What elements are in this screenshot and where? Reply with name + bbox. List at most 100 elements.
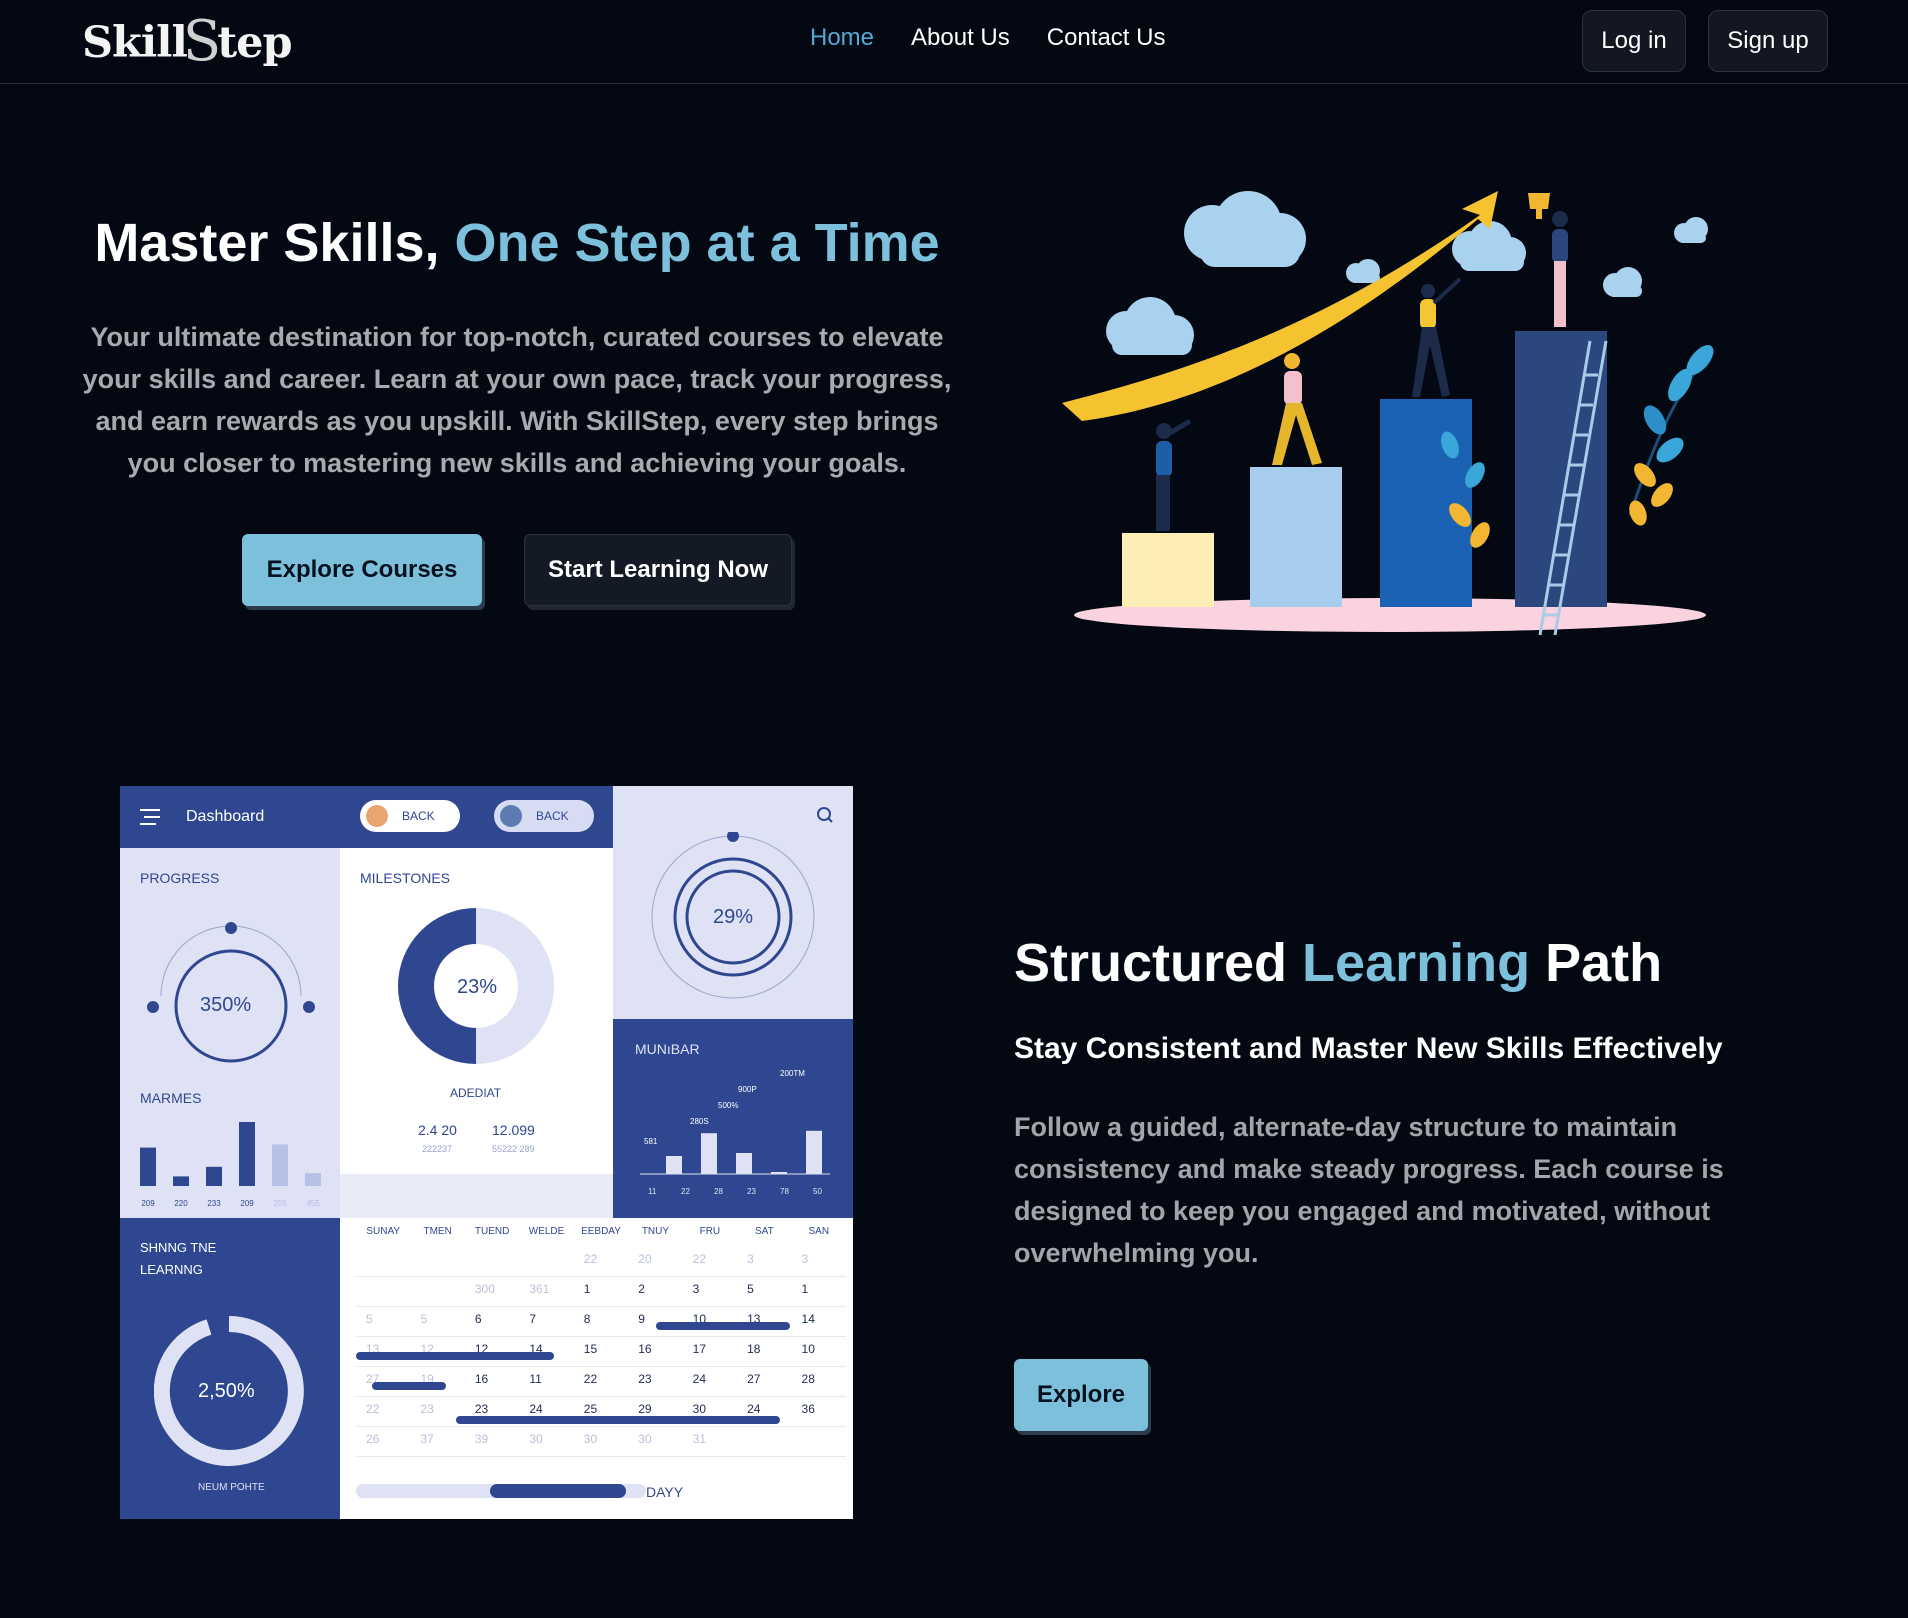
dash-milestones-caption: ADEDIAT	[450, 1086, 502, 1100]
calendar-day-header: SAN	[808, 1226, 830, 1237]
calendar-cell[interactable]: 10	[802, 1342, 815, 1356]
nav-link-home[interactable]: Home	[810, 24, 874, 52]
dash-shining-label-1: SHNNG TNE	[140, 1240, 217, 1255]
explore-courses-button[interactable]: Explore Courses	[242, 534, 482, 606]
dash-header-title: Dashboard	[186, 808, 265, 825]
search-icon	[817, 807, 833, 823]
marmes-tick: 255	[273, 1199, 287, 1208]
login-button[interactable]: Log in	[1582, 10, 1686, 72]
calendar-cell[interactable]: 300	[475, 1282, 495, 1296]
calendar-cell[interactable]: 22	[584, 1252, 597, 1266]
dash-calendar-track-fill	[490, 1484, 626, 1498]
munibar-tick: 78	[780, 1187, 789, 1196]
explore-button[interactable]: Explore	[1014, 1359, 1148, 1431]
calendar-cell[interactable]: 37	[420, 1432, 433, 1446]
dash-stat-1-sub: 222237	[422, 1144, 453, 1154]
dash-chip-2-label: BACK	[536, 809, 569, 823]
dash-milestones-label: MILESTONES	[360, 870, 450, 886]
calendar-cell[interactable]: 23	[420, 1402, 433, 1416]
hero-title-accent: One Step at a Time	[454, 213, 940, 273]
calendar-cell[interactable]: 5	[747, 1282, 754, 1296]
calendar-cell[interactable]: 29	[638, 1402, 651, 1416]
marmes-bar	[140, 1147, 156, 1186]
calendar-cell[interactable]: 14	[802, 1312, 815, 1326]
calendar-cell[interactable]: 22	[584, 1372, 597, 1386]
munibar-annotation: 280S	[690, 1117, 709, 1126]
calendar-cell[interactable]: 28	[802, 1372, 815, 1386]
logo[interactable]: Skill Step	[82, 9, 293, 76]
dash-marmes-label: MARMES	[140, 1090, 202, 1106]
marmes-bar	[305, 1173, 321, 1186]
calendar-cell[interactable]: 27	[747, 1372, 760, 1386]
marmes-tick: 209	[240, 1199, 254, 1208]
section-description: Follow a guided, alternate-day structure…	[1014, 1112, 1724, 1268]
calendar-cell[interactable]: 24	[693, 1372, 706, 1386]
munibar-tick: 22	[681, 1187, 690, 1196]
munibar-annotation: 200TM	[780, 1069, 805, 1078]
nav-link-contact-us[interactable]: Contact Us	[1047, 24, 1166, 52]
nav-link-about-us[interactable]: About Us	[911, 24, 1010, 52]
dashboard-mockup: Dashboard BACK BACK 29% PROGRESS 350% MI…	[120, 786, 853, 1519]
calendar-cell[interactable]: 1	[802, 1282, 809, 1296]
dash-shining-label-2: LEARNNG	[140, 1262, 203, 1277]
calendar-cell[interactable]: 30	[529, 1432, 542, 1446]
calendar-cell[interactable]: 3	[802, 1252, 809, 1266]
calendar-cell[interactable]: 25	[584, 1402, 597, 1416]
nav-links: Home About Us Contact Us	[810, 24, 1165, 52]
calendar-cell[interactable]: 22	[366, 1402, 379, 1416]
avatar	[366, 805, 388, 827]
munibar-annotation: 500%	[718, 1101, 738, 1110]
calendar-cell[interactable]: 23	[475, 1402, 488, 1416]
dash-ring-29-value: 29%	[713, 906, 754, 928]
calendar-cell[interactable]: 31	[693, 1432, 706, 1446]
calendar-cell[interactable]: 5	[420, 1312, 427, 1326]
calendar-cell[interactable]: 30	[693, 1402, 706, 1416]
calendar-cell[interactable]: 36	[802, 1402, 815, 1416]
calendar-cell[interactable]: 18	[747, 1342, 760, 1356]
calendar-day-header: FRU	[699, 1226, 721, 1237]
calendar-cell[interactable]: 24	[747, 1402, 760, 1416]
calendar-cell[interactable]: 30	[584, 1432, 597, 1446]
calendar-cell[interactable]: 1	[584, 1282, 591, 1296]
calendar-cell[interactable]: 20	[638, 1252, 651, 1266]
calendar-cell[interactable]: 16	[638, 1342, 651, 1356]
calendar-cell[interactable]: 11	[529, 1372, 541, 1386]
calendar-cell[interactable]: 39	[475, 1432, 488, 1446]
munibar-bar	[806, 1130, 822, 1174]
calendar-cell[interactable]: 16	[475, 1372, 488, 1386]
hero-title-main: Master Skills,	[94, 213, 455, 273]
calendar-day-header: TUEND	[474, 1226, 510, 1237]
calendar-cell[interactable]: 23	[638, 1372, 651, 1386]
calendar-cell[interactable]: 6	[475, 1312, 482, 1326]
calendar-cell[interactable]: 3	[747, 1252, 754, 1266]
calendar-cell[interactable]: 24	[529, 1402, 542, 1416]
dash-calendar-days: SUNAY TMEN TUEND WELDE EEBDAY TNUY FRU SAT SAN	[356, 1226, 846, 1246]
dash-milestones-value: 23%	[457, 976, 498, 998]
marmes-bar	[173, 1176, 189, 1186]
calendar-gridline	[356, 1456, 846, 1457]
calendar-cell[interactable]: 26	[366, 1432, 379, 1446]
calendar-cell[interactable]: 17	[693, 1342, 706, 1356]
calendar-cell[interactable]: 30	[638, 1432, 651, 1446]
calendar-cell[interactable]: 5	[366, 1312, 373, 1326]
calendar-cell[interactable]: 361	[529, 1282, 549, 1296]
dash-progress-value: 350%	[200, 994, 252, 1016]
signup-button[interactable]: Sign up	[1708, 10, 1828, 72]
hero-description: Your ultimate destination for top-notch,…	[82, 322, 952, 478]
dash-calendar-bar	[356, 1352, 554, 1360]
calendar-cell[interactable]: 9	[638, 1312, 645, 1326]
calendar-cell[interactable]: 22	[693, 1252, 706, 1266]
calendar-cell[interactable]: 2	[638, 1282, 645, 1296]
calendar-gridline	[356, 1366, 846, 1367]
dash-chip-1: BACK	[360, 800, 460, 832]
section-title-accent: Learning	[1302, 933, 1531, 993]
munibar-tick: 11	[648, 1187, 657, 1196]
calendar-cell[interactable]: 7	[529, 1312, 536, 1326]
navbar: Skill Step Home About Us Contact Us Log i…	[0, 0, 1908, 84]
calendar-gridline	[356, 1306, 846, 1307]
section-subtitle: Stay Consistent and Master New Skills Ef…	[1014, 1032, 1723, 1065]
calendar-cell[interactable]: 15	[584, 1342, 597, 1356]
calendar-cell[interactable]: 8	[584, 1312, 591, 1326]
start-learning-button[interactable]: Start Learning Now	[524, 534, 792, 606]
calendar-cell[interactable]: 3	[693, 1282, 700, 1296]
